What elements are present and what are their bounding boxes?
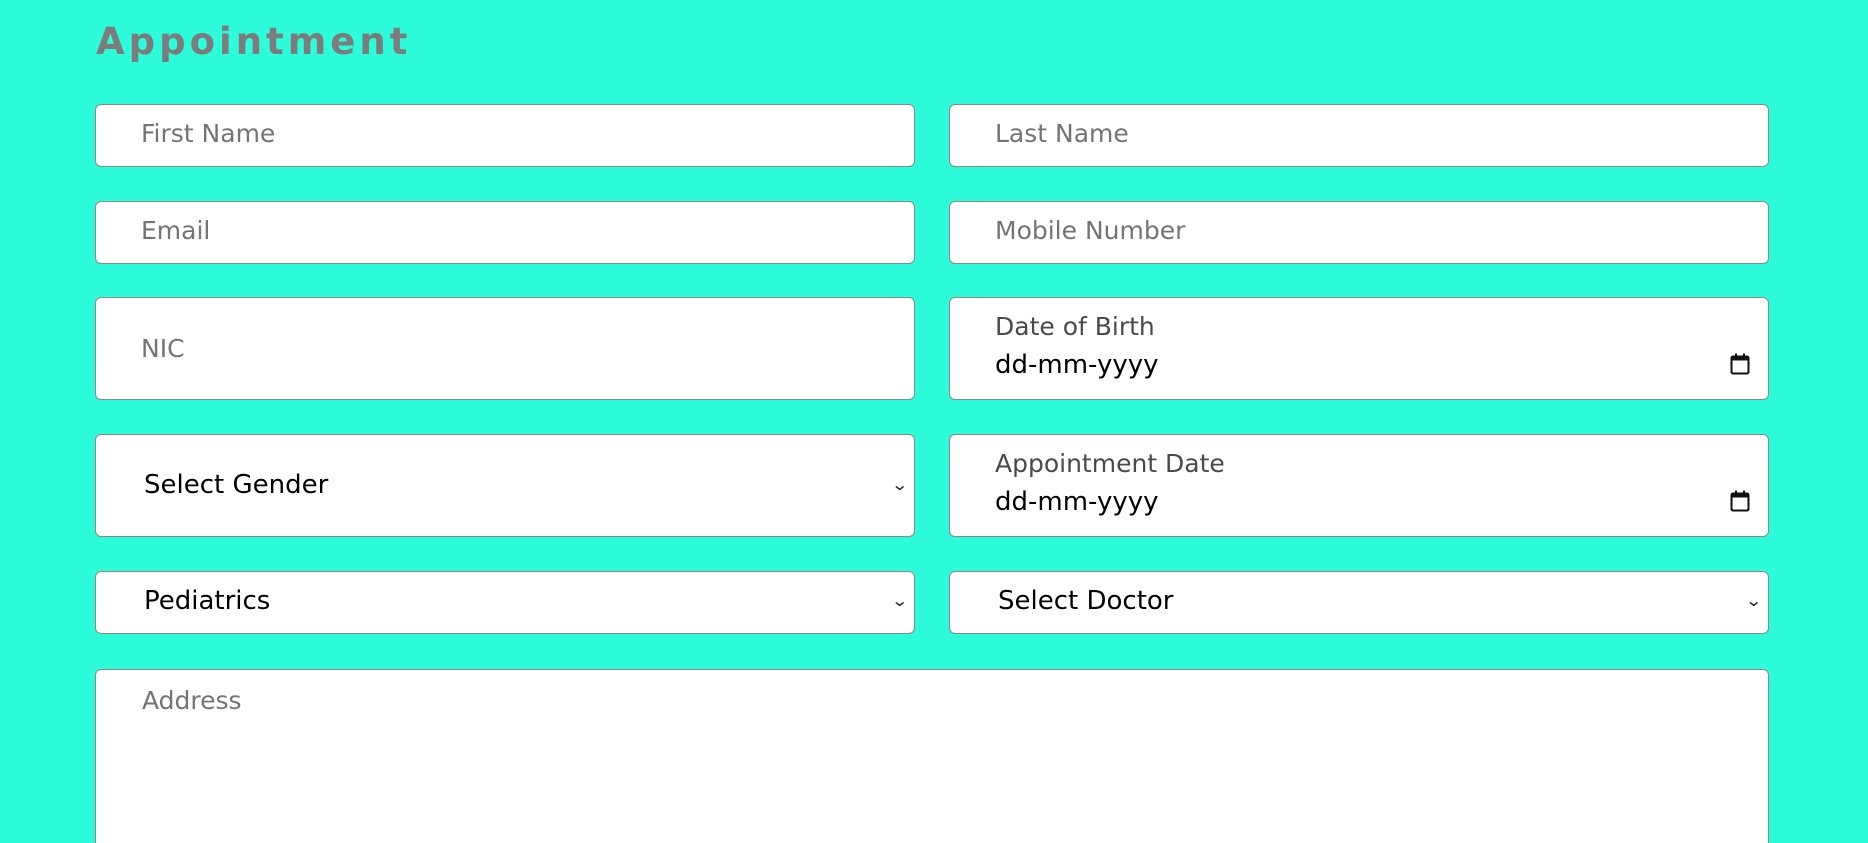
page-title: Appointment bbox=[96, 20, 412, 63]
last-name-placeholder: Last Name bbox=[995, 119, 1129, 148]
chevron-down-icon: ⌄ bbox=[890, 591, 909, 610]
date-of-birth-field[interactable]: Date of Birth dd-mm-yyyy bbox=[949, 297, 1769, 400]
email-placeholder: Email bbox=[141, 216, 211, 245]
appointment-date-label: Appointment Date bbox=[995, 449, 1225, 478]
gender-select[interactable]: Select Gender ⌄ bbox=[95, 434, 915, 537]
appointment-date-field[interactable]: Appointment Date dd-mm-yyyy bbox=[949, 434, 1769, 537]
department-select-value: Pediatrics bbox=[144, 586, 271, 616]
last-name-input[interactable]: Last Name bbox=[949, 104, 1769, 167]
gender-select-value: Select Gender bbox=[144, 470, 329, 500]
calendar-icon[interactable] bbox=[1730, 353, 1750, 375]
chevron-down-icon: ⌄ bbox=[1744, 591, 1763, 610]
nic-placeholder: NIC bbox=[141, 334, 185, 363]
chevron-down-icon: ⌄ bbox=[890, 475, 909, 494]
calendar-icon[interactable] bbox=[1730, 490, 1750, 512]
date-of-birth-label: Date of Birth bbox=[995, 312, 1155, 341]
mobile-number-placeholder: Mobile Number bbox=[995, 216, 1186, 245]
first-name-input[interactable]: First Name bbox=[95, 104, 915, 167]
mobile-number-input[interactable]: Mobile Number bbox=[949, 201, 1769, 264]
address-textarea[interactable]: Address bbox=[95, 669, 1769, 843]
doctor-select-value: Select Doctor bbox=[998, 586, 1174, 616]
appointment-page: Appointment First Name Last Name Email M… bbox=[0, 0, 1868, 843]
first-name-placeholder: First Name bbox=[141, 119, 276, 148]
appointment-date-value[interactable]: dd-mm-yyyy bbox=[995, 487, 1159, 517]
date-of-birth-value[interactable]: dd-mm-yyyy bbox=[995, 350, 1159, 380]
email-input[interactable]: Email bbox=[95, 201, 915, 264]
doctor-select[interactable]: Select Doctor ⌄ bbox=[949, 571, 1769, 634]
address-placeholder: Address bbox=[142, 686, 242, 715]
nic-input[interactable]: NIC bbox=[95, 297, 915, 400]
department-select[interactable]: Pediatrics ⌄ bbox=[95, 571, 915, 634]
